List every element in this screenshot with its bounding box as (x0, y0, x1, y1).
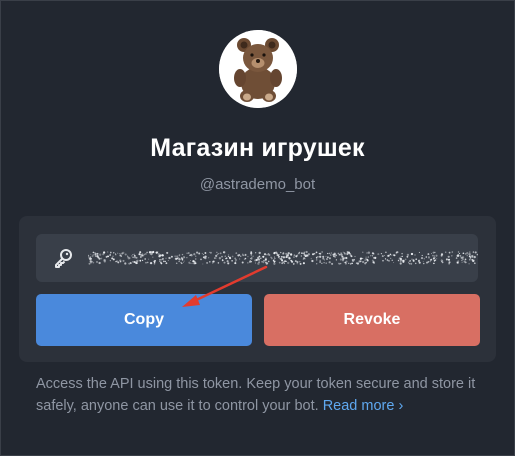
read-more-link[interactable]: Read more › (323, 398, 404, 414)
key-icon (55, 249, 72, 268)
teddy-bear-icon (219, 30, 297, 108)
red-arrow-annotation (182, 265, 268, 307)
revoke-button[interactable]: Revoke (264, 294, 480, 346)
hidden-token-spoiler[interactable] (88, 246, 478, 270)
bot-username: @astrademo_bot (199, 176, 316, 193)
token-info-text: Access the API using this token. Keep yo… (36, 373, 486, 417)
bot-name: Магазин игрушек (150, 134, 365, 162)
bot-avatar (219, 30, 297, 108)
token-info-body: Access the API using this token. Keep yo… (36, 376, 476, 414)
